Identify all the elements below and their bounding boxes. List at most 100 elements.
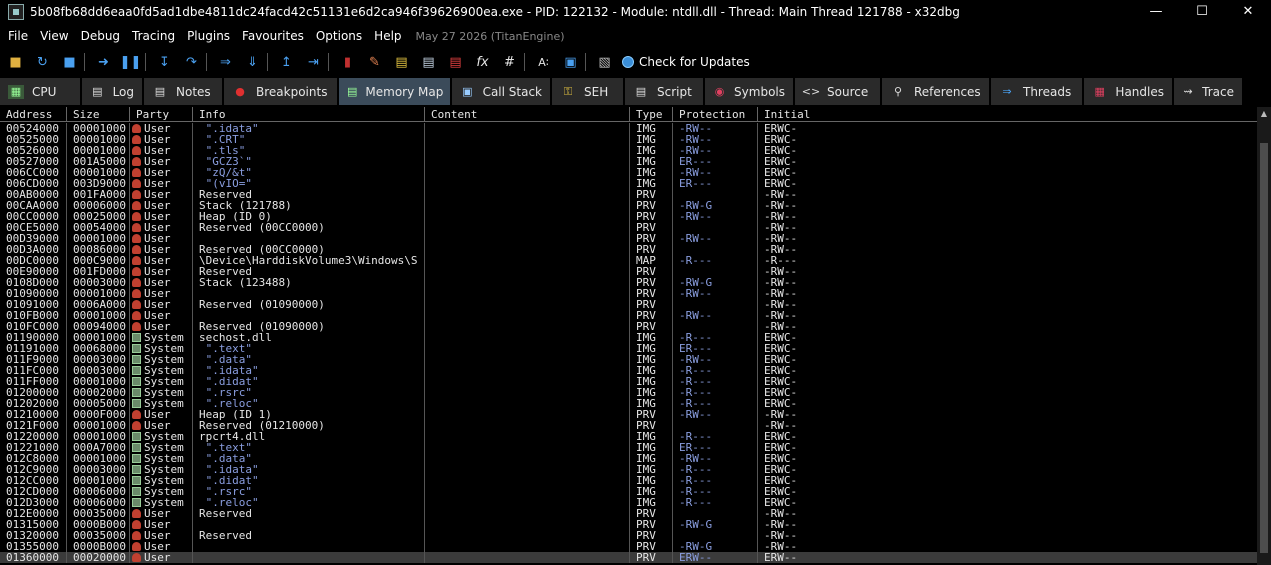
execute-till-return-icon[interactable]: ↥: [275, 51, 298, 73]
hash-icon[interactable]: #: [498, 51, 521, 73]
table-row[interactable]: 01210000 0000F000 User Heap (ID 1) PRV -RW-- -…: [0, 409, 1257, 420]
table-row[interactable]: 012CC000 00001000 System ".didat" IMG -R--- E…: [0, 475, 1257, 486]
table-row[interactable]: 00526000 00001000 User ".tls" IMG -RW-- ERWC-: [0, 145, 1257, 156]
table-row[interactable]: 00CC0000 00025000 User Heap (ID 0) PRV -RW-- -…: [0, 211, 1257, 222]
memory-map-table[interactable]: Address Size Party Info Content Type Pro…: [0, 107, 1257, 565]
table-row[interactable]: 01200000 00002000 System ".rsrc" IMG -R--- ER…: [0, 387, 1257, 398]
patch-icon[interactable]: ✎: [363, 51, 386, 73]
scroll-up-icon[interactable]: ▲: [1257, 107, 1271, 121]
tab-log[interactable]: ▤ Log: [82, 78, 144, 105]
calculator-icon[interactable]: ▧: [593, 51, 616, 73]
table-row[interactable]: 00E90000 001FD000 User Reserved PRV -RW--: [0, 266, 1257, 277]
table-row[interactable]: 00D39000 00001000 User PRV -RW-- -RW--: [0, 233, 1257, 244]
table-row[interactable]: 012CD000 00006000 System ".rsrc" IMG -R--- ER…: [0, 486, 1257, 497]
table-row[interactable]: 01320000 00035000 User Reserved PRV -RW--: [0, 530, 1257, 541]
open-icon[interactable]: ■: [4, 51, 27, 73]
tab-call-stack[interactable]: ▣ Call Stack: [452, 78, 552, 105]
tab-symbols[interactable]: ◉ Symbols: [705, 78, 795, 105]
table-row[interactable]: 0121F000 00001000 User Reserved (01210000) P…: [0, 420, 1257, 431]
column-header-type[interactable]: Type: [630, 107, 673, 122]
column-header-address[interactable]: Address: [0, 107, 67, 122]
table-row[interactable]: 00CAA000 00006000 User Stack (121788) PRV -RW…: [0, 200, 1257, 211]
menu-favourites[interactable]: Favourites: [236, 29, 310, 43]
table-row[interactable]: 01315000 0000B000 User PRV -RW-G -RW--: [0, 519, 1257, 530]
table-row[interactable]: 012D3000 00006000 System ".reloc" IMG -R--- E…: [0, 497, 1257, 508]
table-row[interactable]: 01202000 00005000 System ".reloc" IMG -R--- E…: [0, 398, 1257, 409]
restart-icon[interactable]: ↻: [31, 51, 54, 73]
table-row[interactable]: 00AB0000 001FA000 User Reserved PRV -RW--: [0, 189, 1257, 200]
table-row[interactable]: 01190000 00001000 System sechost.dll IMG -R--…: [0, 332, 1257, 343]
strings-icon[interactable]: A∶: [532, 51, 555, 73]
table-row[interactable]: 00524000 00001000 User ".idata" IMG -RW-- ERW…: [0, 123, 1257, 134]
table-row[interactable]: 011FC000 00003000 System ".idata" IMG -R--- E…: [0, 365, 1257, 376]
menu-plugins[interactable]: Plugins: [181, 29, 236, 43]
labels-icon[interactable]: ▤: [417, 51, 440, 73]
table-row[interactable]: 01090000 00001000 User PRV -RW-- -RW--: [0, 288, 1257, 299]
menu-debug[interactable]: Debug: [75, 29, 126, 43]
minimize-button[interactable]: —: [1133, 0, 1179, 23]
maximize-button[interactable]: ☐: [1179, 0, 1225, 23]
tab-cpu[interactable]: ▦ CPU: [0, 78, 82, 105]
scrollbar-thumb[interactable]: [1260, 143, 1268, 553]
tab-trace[interactable]: ⇝ Trace: [1174, 78, 1244, 105]
column-header-info[interactable]: Info: [193, 107, 425, 122]
tab-memory-map[interactable]: ▤ Memory Map: [339, 78, 452, 105]
table-row[interactable]: 006CC000 00001000 User "zQ/&t" IMG -RW-- ERWC…: [0, 167, 1257, 178]
close-button[interactable]: ✕: [1225, 0, 1271, 23]
run-icon[interactable]: ➜: [92, 51, 115, 73]
tab-breakpoints[interactable]: ● Breakpoints: [224, 78, 339, 105]
table-row[interactable]: 01221000 000A7000 System ".text" IMG ER--- ER…: [0, 442, 1257, 453]
bookmarks-icon[interactable]: ▤: [444, 51, 467, 73]
table-row[interactable]: 012C8000 00001000 System ".data" IMG -RW-- ER…: [0, 453, 1257, 464]
table-row[interactable]: 01091000 0006A000 User Reserved (01090000) P…: [0, 299, 1257, 310]
table-row[interactable]: 00525000 00001000 User ".CRT" IMG -RW-- ERWC-: [0, 134, 1257, 145]
menu-file[interactable]: File: [0, 29, 34, 43]
step-over-icon[interactable]: ↷: [180, 51, 203, 73]
table-row[interactable]: 010FB000 00001000 User PRV -RW-- -RW--: [0, 310, 1257, 321]
tab-threads[interactable]: ⇒ Threads: [991, 78, 1084, 105]
tab-notes[interactable]: ▤ Notes: [144, 78, 224, 105]
scylla-icon[interactable]: ▮: [336, 51, 359, 73]
table-row[interactable]: 006CD000 003D9000 User "(vIO=" IMG ER--- ERWC…: [0, 178, 1257, 189]
column-header-size[interactable]: Size: [67, 107, 130, 122]
menu-tracing[interactable]: Tracing: [126, 29, 181, 43]
table-row[interactable]: 00527000 001A5000 User "GCZ3`" IMG ER--- ERWC…: [0, 156, 1257, 167]
tab-references[interactable]: ⚲ References: [882, 78, 991, 105]
trace-into-icon[interactable]: ⇒: [214, 51, 237, 73]
run-to-user-code-icon[interactable]: ⇥: [302, 51, 325, 73]
column-header-protection[interactable]: Protection: [673, 107, 758, 122]
table-row[interactable]: 010FC000 00094000 User Reserved (01090000) P…: [0, 321, 1257, 332]
table-row[interactable]: 01220000 00001000 System rpcrt4.dll IMG -R---…: [0, 431, 1257, 442]
column-header-party[interactable]: Party: [130, 107, 193, 122]
tab-seh[interactable]: ⚿ SEH: [552, 78, 625, 105]
table-row[interactable]: 01355000 0000B000 User PRV -RW-G -RW--: [0, 541, 1257, 552]
tab-handles[interactable]: ▦ Handles: [1084, 78, 1174, 105]
table-row[interactable]: 00CE5000 00054000 User Reserved (00CC0000) P…: [0, 222, 1257, 233]
table-row[interactable]: 00D3A000 00086000 User Reserved (00CC0000) P…: [0, 244, 1257, 255]
attach-icon[interactable]: ▣: [559, 51, 582, 73]
menu-options[interactable]: Options: [310, 29, 368, 43]
tab-source[interactable]: <> Source: [795, 78, 882, 105]
comments-icon[interactable]: ▤: [390, 51, 413, 73]
table-row[interactable]: 00DC0000 000C9000 User \Device\HarddiskVolu…: [0, 255, 1257, 266]
table-row[interactable]: 01191000 00068000 System ".text" IMG ER--- ER…: [0, 343, 1257, 354]
check-updates-button[interactable]: Check for Updates: [622, 55, 750, 69]
table-row[interactable]: 0108D000 00003000 User Stack (123488) PRV -RW…: [0, 277, 1257, 288]
menu-view[interactable]: View: [34, 29, 74, 43]
menu-help[interactable]: Help: [368, 29, 407, 43]
cell-party: User: [130, 266, 193, 277]
table-row[interactable]: 012E0000 00035000 User Reserved PRV -RW--: [0, 508, 1257, 519]
table-row[interactable]: 011F9000 00003000 System ".data" IMG -RW-- ER…: [0, 354, 1257, 365]
table-row[interactable]: 01360000 00020000 User PRV ERW-- ERW--: [0, 552, 1257, 563]
table-row[interactable]: 012C9000 00003000 System ".idata" IMG -R--- E…: [0, 464, 1257, 475]
functions-icon[interactable]: fx: [471, 51, 494, 73]
tab-script[interactable]: ▤ Script: [625, 78, 705, 105]
column-header-content[interactable]: Content: [425, 107, 630, 122]
pause-icon[interactable]: ❚❚: [119, 51, 142, 73]
step-into-icon[interactable]: ↧: [153, 51, 176, 73]
column-header-initial[interactable]: Initial: [758, 107, 1257, 122]
stop-icon[interactable]: ■: [58, 51, 81, 73]
vertical-scrollbar[interactable]: ▲: [1257, 107, 1271, 565]
trace-over-icon[interactable]: ⇓: [241, 51, 264, 73]
table-row[interactable]: 011FF000 00001000 System ".didat" IMG -R--- E…: [0, 376, 1257, 387]
